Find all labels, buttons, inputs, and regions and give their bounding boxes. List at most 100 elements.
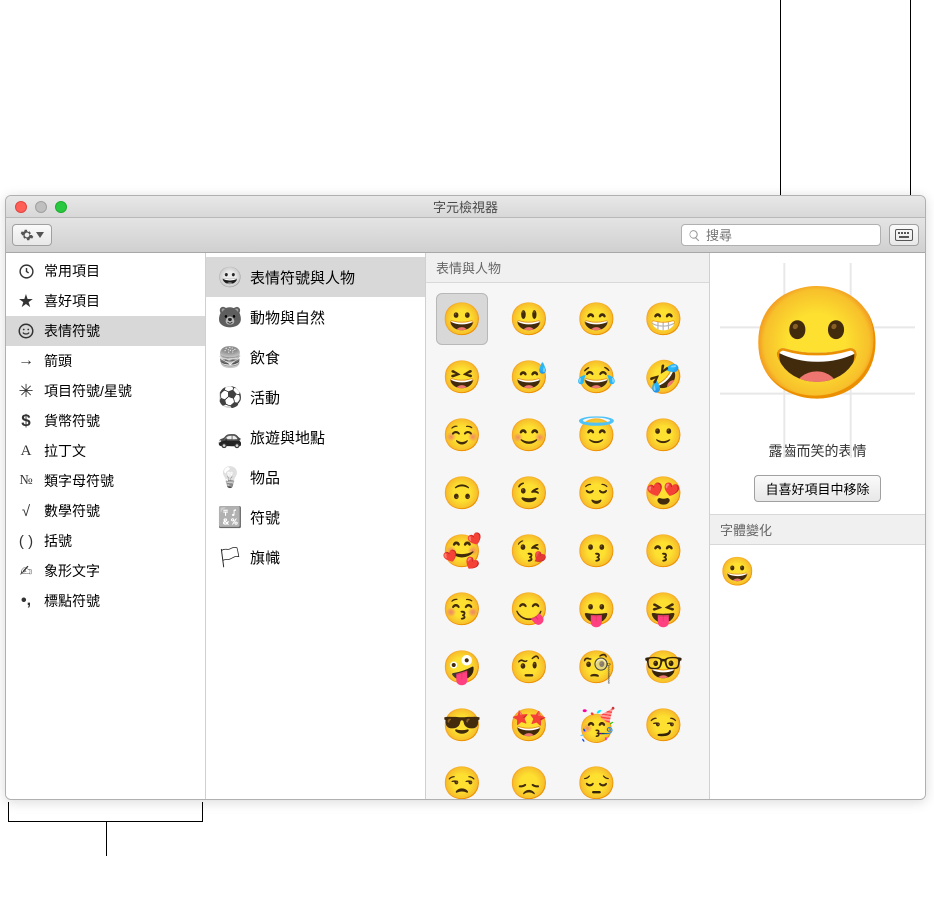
- sidebar-item-paren[interactable]: ( )括號: [6, 526, 205, 556]
- emoji-cell[interactable]: 😍: [638, 467, 690, 519]
- emoji-cell[interactable]: 😂: [571, 351, 623, 403]
- subcategory-label: 活動: [250, 387, 280, 408]
- emoji-cell[interactable]: 😊: [503, 409, 555, 461]
- character-viewer-window: 字元檢視器 常用項目★喜好項目表情符號→箭頭 ✳︎ 項目符號/星號 $貨幣符號 A 拉丁文…: [5, 195, 926, 800]
- subcategory-item-5[interactable]: 💡物品: [206, 457, 425, 497]
- category-emoji-icon: ⚽: [218, 385, 242, 409]
- search-field[interactable]: [681, 224, 881, 246]
- emoji-cell[interactable]: 😌: [571, 467, 623, 519]
- sidebar-item-punct[interactable]: •, 標點符號: [6, 586, 205, 616]
- emoji-cell[interactable]: 🥰: [436, 525, 488, 577]
- emoji-cell[interactable]: 😎: [436, 699, 488, 751]
- sidebar-item-star[interactable]: ★喜好項目: [6, 286, 205, 316]
- emoji-cell[interactable]: 😇: [571, 409, 623, 461]
- character-grid-pane: 表情與人物 😀😃😄😁😆😅😂🤣☺️😊😇🙂🙃😉😌😍🥰😘😗😙😚😋😛😝🤪🤨🧐🤓😎🤩🥳😏😒…: [426, 253, 710, 799]
- subcategory-label: 旗幟: [250, 547, 280, 568]
- emoji-cell[interactable]: 😛: [571, 583, 623, 635]
- chevron-down-icon: [36, 232, 44, 238]
- category-sidebar: 常用項目★喜好項目表情符號→箭頭 ✳︎ 項目符號/星號 $貨幣符號 A 拉丁文 №類字母符號…: [6, 253, 206, 799]
- subcategory-sidebar: 😀 表情符號與人物 🐻 動物與自然 🍔飲食 ⚽ 活動 🚗 旅遊與地點 💡物品🔣符號 🏳 旗幟: [206, 253, 426, 799]
- emoji-cell[interactable]: 😔: [571, 757, 623, 799]
- emoji-cell[interactable]: ☺️: [436, 409, 488, 461]
- emoji-cell[interactable]: 😄: [571, 293, 623, 345]
- emoji-cell[interactable]: 😏: [638, 699, 690, 751]
- variation-character[interactable]: 😀: [720, 556, 755, 587]
- keyboard-viewer-button[interactable]: [889, 224, 919, 246]
- emoji-cell[interactable]: 😅: [503, 351, 555, 403]
- emoji-grid: 😀 😃 😄 😁 😆 😅 😂 🤣 ☺️ 😊 😇 🙂 🙃 😉 😌 😍 🥰 😘 😗 😙 😚 😋 😛 😝 🤪 🤨 🧐 🤓 😎 🤩 🥳 😏 😒 😞 😔: [426, 283, 709, 799]
- gear-icon: [20, 228, 34, 242]
- sidebar-item-clock[interactable]: 常用項目: [6, 256, 205, 286]
- emoji-cell[interactable]: 😁: [638, 293, 690, 345]
- emoji-cell[interactable]: 😃: [503, 293, 555, 345]
- subcategory-label: 動物與自然: [250, 307, 325, 328]
- window-title: 字元檢視器: [6, 197, 925, 216]
- latin-icon: A: [16, 441, 36, 461]
- sidebar-item-smiley[interactable]: 表情符號: [6, 316, 205, 346]
- sidebar-item-label: 貨幣符號: [44, 411, 100, 431]
- subcategory-label: 表情符號與人物: [250, 267, 355, 288]
- sidebar-item-latin[interactable]: A 拉丁文: [6, 436, 205, 466]
- subcategory-item-7[interactable]: 🏳 旗幟: [206, 537, 425, 577]
- emoji-cell[interactable]: 😀: [436, 293, 488, 345]
- category-emoji-icon: 🐻: [218, 305, 242, 329]
- sidebar-item-arrow[interactable]: →箭頭: [6, 346, 205, 376]
- emoji-cell[interactable]: 🤪: [436, 641, 488, 693]
- subcategory-item-4[interactable]: 🚗 旅遊與地點: [206, 417, 425, 457]
- subcategory-item-3[interactable]: ⚽ 活動: [206, 377, 425, 417]
- subcategory-item-1[interactable]: 🐻 動物與自然: [206, 297, 425, 337]
- letterlike-icon: №: [16, 471, 36, 491]
- category-emoji-icon: 😀: [218, 265, 242, 289]
- emoji-cell[interactable]: 😗: [571, 525, 623, 577]
- settings-button[interactable]: [12, 224, 52, 246]
- emoji-cell[interactable]: 😋: [503, 583, 555, 635]
- font-variation-header: 字體變化: [710, 514, 925, 545]
- emoji-cell[interactable]: 😚: [436, 583, 488, 635]
- sidebar-item-label: 拉丁文: [44, 441, 86, 461]
- sidebar-item-dollar[interactable]: $貨幣符號: [6, 406, 205, 436]
- search-input[interactable]: [706, 228, 882, 243]
- sidebar-item-label: 標點符號: [44, 591, 100, 611]
- search-icon: [688, 229, 701, 242]
- subcategory-label: 旅遊與地點: [250, 427, 325, 448]
- emoji-cell[interactable]: 😙: [638, 525, 690, 577]
- emoji-cell[interactable]: 🤨: [503, 641, 555, 693]
- sidebar-item-picto[interactable]: ✍︎象形文字: [6, 556, 205, 586]
- emoji-cell[interactable]: 😒: [436, 757, 488, 799]
- emoji-cell[interactable]: 😘: [503, 525, 555, 577]
- emoji-cell[interactable]: 🤣: [638, 351, 690, 403]
- clock-icon: [16, 261, 36, 281]
- emoji-cell[interactable]: 🤩: [503, 699, 555, 751]
- toolbar: [6, 218, 925, 253]
- keyboard-icon: [895, 229, 913, 241]
- emoji-cell[interactable]: 😞: [503, 757, 555, 799]
- picto-icon: ✍︎: [16, 561, 36, 581]
- asterisk-icon: ✳︎: [16, 381, 36, 401]
- category-emoji-icon: 🚗: [218, 425, 242, 449]
- sidebar-item-asterisk[interactable]: ✳︎ 項目符號/星號: [6, 376, 205, 406]
- emoji-cell[interactable]: 🤓: [638, 641, 690, 693]
- detail-pane: 😀 露齒而笑的表情 自喜好項目中移除 字體變化 😀: [710, 253, 925, 799]
- emoji-cell[interactable]: 🧐: [571, 641, 623, 693]
- emoji-cell[interactable]: 😉: [503, 467, 555, 519]
- punct-icon: •,: [16, 591, 36, 611]
- paren-icon: ( ): [16, 531, 36, 551]
- emoji-cell[interactable]: 😆: [436, 351, 488, 403]
- emoji-cell[interactable]: 🥳: [571, 699, 623, 751]
- sidebar-item-math[interactable]: √數學符號: [6, 496, 205, 526]
- titlebar: 字元檢視器: [6, 196, 925, 218]
- subcategory-item-6[interactable]: 🔣符號: [206, 497, 425, 537]
- emoji-cell[interactable]: 🙂: [638, 409, 690, 461]
- emoji-cell[interactable]: 🙃: [436, 467, 488, 519]
- sidebar-item-label: 項目符號/星號: [44, 381, 132, 401]
- star-icon: ★: [16, 291, 36, 311]
- category-emoji-icon: 🏳: [218, 545, 242, 569]
- remove-from-favorites-button[interactable]: 自喜好項目中移除: [754, 475, 880, 502]
- subcategory-item-0[interactable]: 😀 表情符號與人物: [206, 257, 425, 297]
- subcategory-label: 物品: [250, 467, 280, 488]
- emoji-cell[interactable]: 😝: [638, 583, 690, 635]
- sidebar-item-letterlike[interactable]: №類字母符號: [6, 466, 205, 496]
- font-variation-list: 😀: [710, 545, 925, 598]
- smiley-icon: [16, 321, 36, 341]
- subcategory-item-2[interactable]: 🍔飲食: [206, 337, 425, 377]
